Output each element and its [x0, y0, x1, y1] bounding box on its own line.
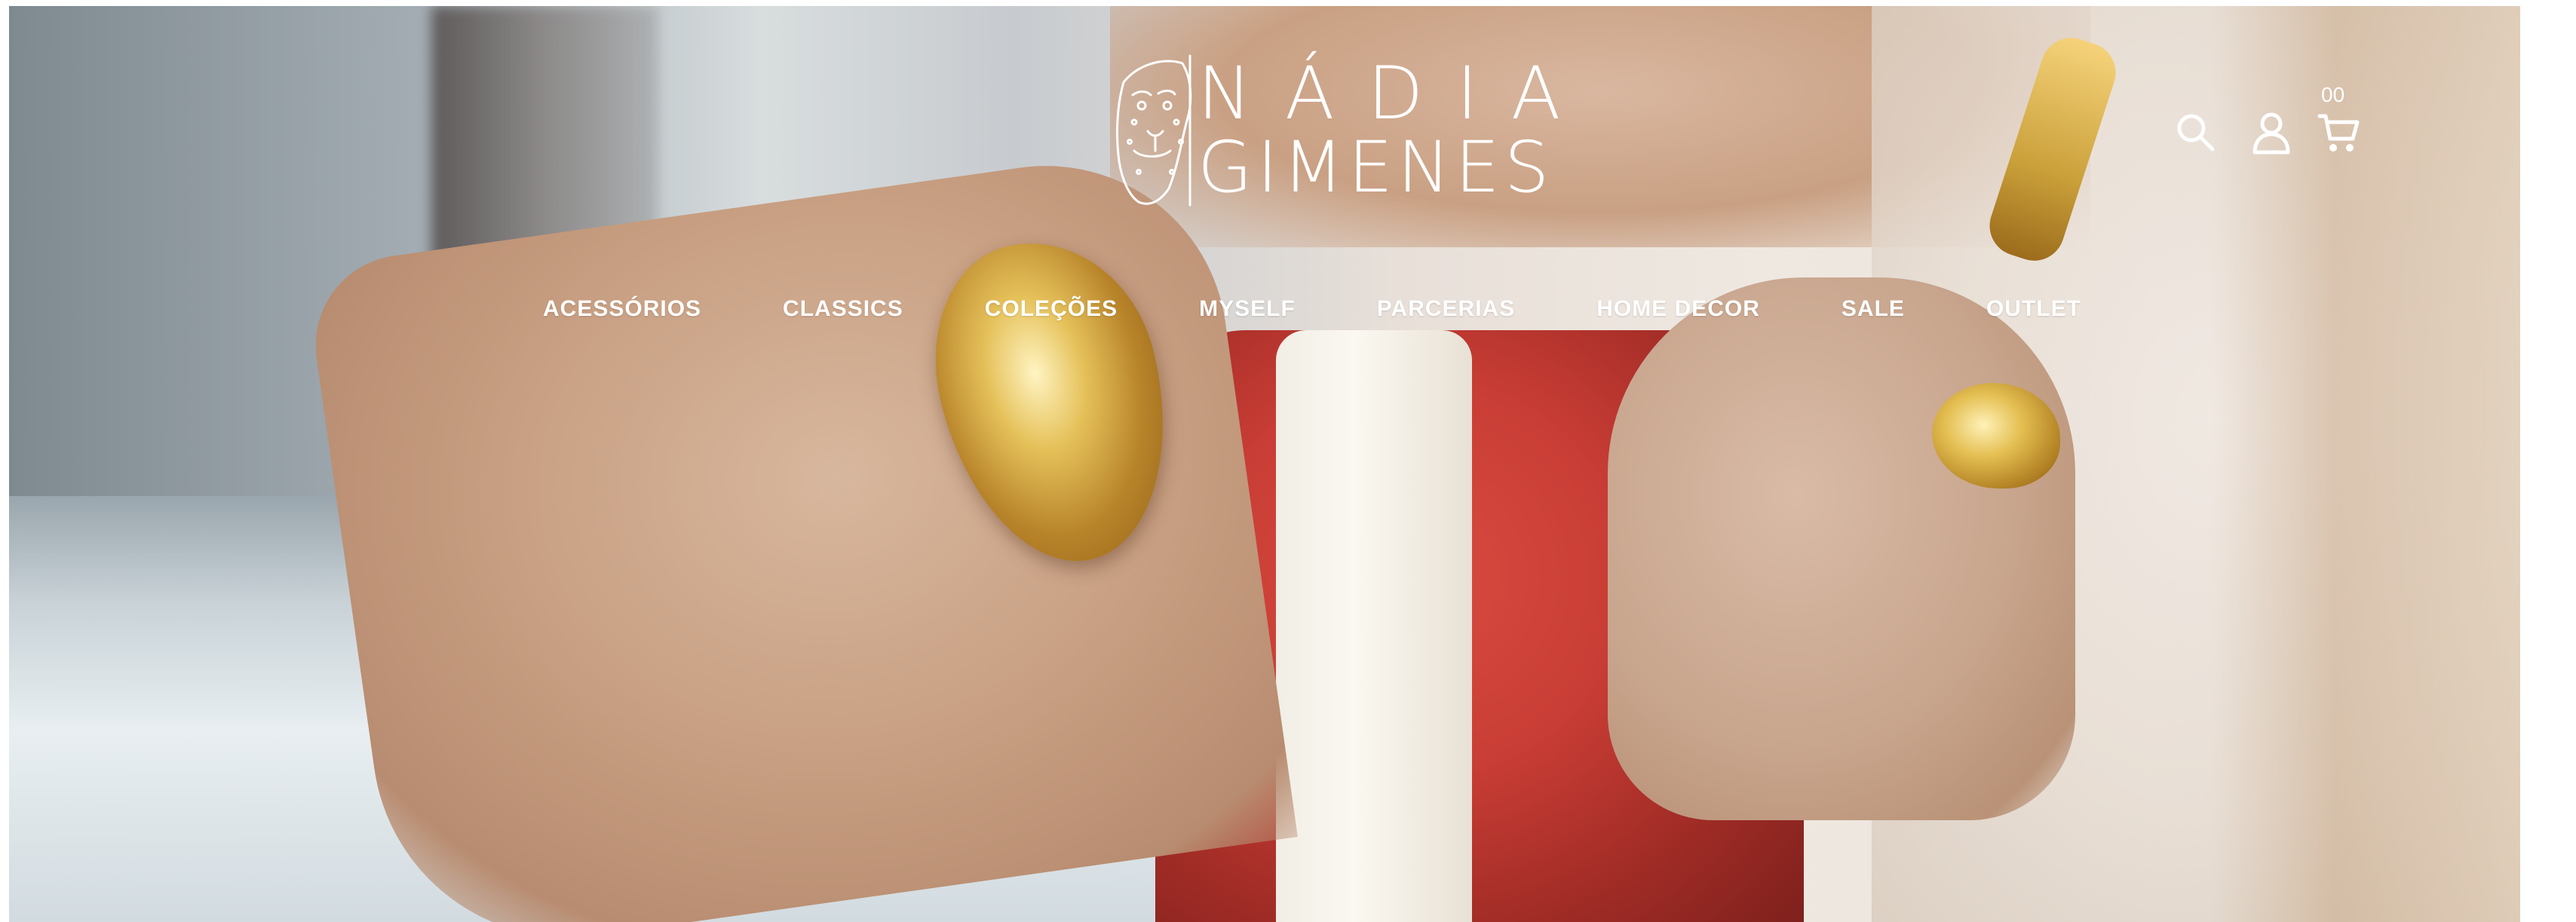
- nav-item-classics[interactable]: CLASSICS: [783, 296, 903, 322]
- brand-name-first: NÁDIA: [1198, 51, 1594, 136]
- nav-item-outlet[interactable]: OUTLET: [1986, 296, 2081, 322]
- account-button[interactable]: [2247, 109, 2295, 157]
- search-icon: [2177, 114, 2215, 152]
- nav-item-myself[interactable]: MYSELF: [1199, 296, 1296, 322]
- search-button[interactable]: [2172, 109, 2220, 157]
- cart-count-badge: 00: [2321, 83, 2345, 106]
- brand-name-last: GIMENES: [1198, 127, 1554, 209]
- nav-item-home-decor[interactable]: HOME DECOR: [1596, 296, 1760, 322]
- hero-model-arm: [304, 142, 1298, 922]
- cart-button[interactable]: [2315, 109, 2363, 157]
- header-actions: 00: [2172, 83, 2368, 158]
- nav-item-colecoes[interactable]: COLEÇÕES: [985, 296, 1118, 322]
- brand-logo[interactable]: NÁDIA GIMENES: [1109, 44, 1560, 217]
- nav-item-parcerias[interactable]: PARCERIAS: [1377, 296, 1515, 322]
- cart-icon: [2317, 114, 2360, 152]
- nav-item-sale[interactable]: SALE: [1842, 296, 1905, 322]
- leopard-head-icon: [1116, 54, 1192, 207]
- main-navigation: ACESSÓRIOS CLASSICS COLEÇÕES MYSELF PARC…: [543, 286, 2081, 332]
- hero-model-hand: [1608, 277, 2075, 820]
- nav-item-acessorios[interactable]: ACESSÓRIOS: [543, 296, 701, 322]
- hero-white-seat-stripe: [1276, 330, 1472, 922]
- user-icon: [2252, 112, 2290, 155]
